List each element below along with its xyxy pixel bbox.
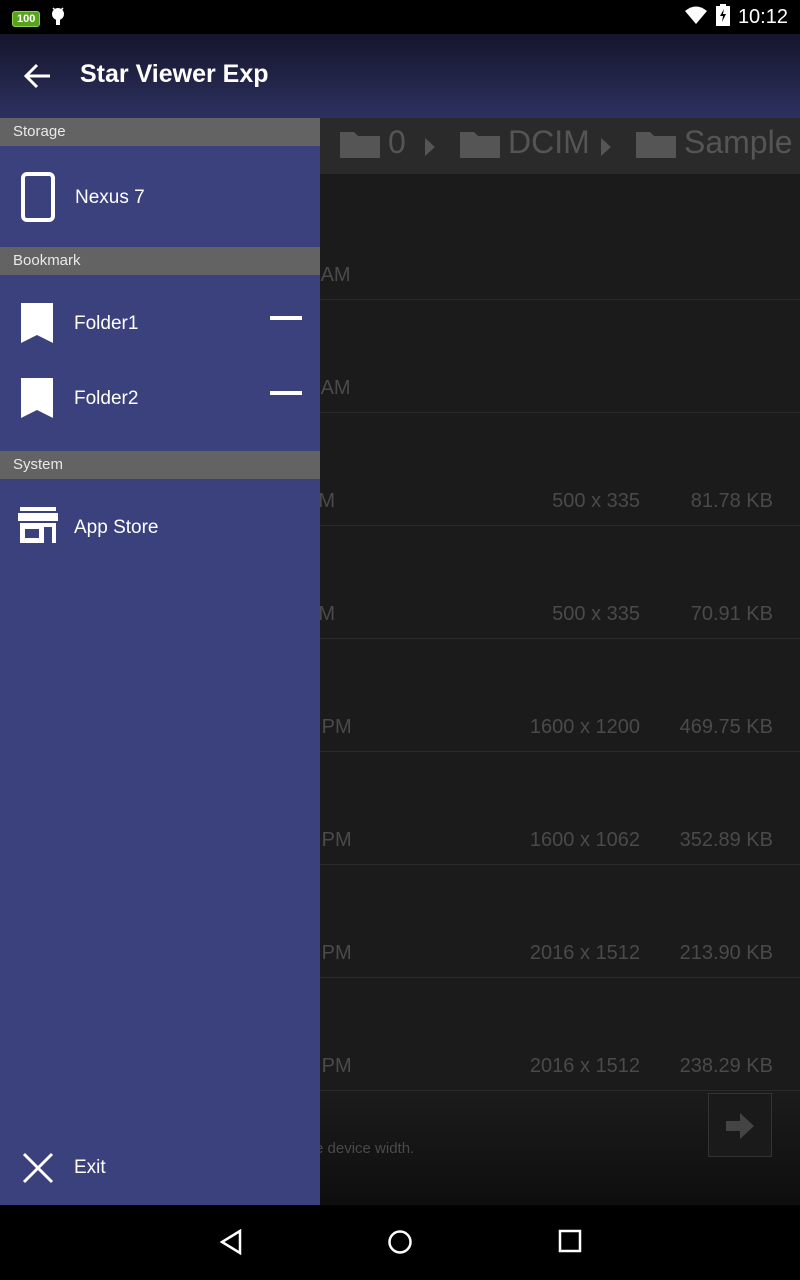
chevron-right-icon — [601, 138, 611, 156]
drawer-item-label: Folder1 — [74, 313, 139, 334]
remove-bookmark-button[interactable] — [270, 316, 302, 320]
remove-bookmark-button[interactable] — [270, 391, 302, 395]
battery-charging-icon — [715, 4, 730, 31]
clock: 10:12 — [737, 6, 788, 28]
drawer-item-label: Nexus 7 — [75, 187, 145, 208]
drawer-item-folder1[interactable]: Folder1 — [0, 286, 320, 361]
android-debug-icon — [50, 6, 66, 31]
section-header-system: System — [0, 451, 320, 479]
breadcrumb-item-0[interactable]: 0 — [338, 124, 406, 161]
status-bar: 100 10:12 — [0, 0, 800, 34]
close-icon — [22, 1152, 54, 1190]
drawer-item-folder2[interactable]: Folder2 — [0, 361, 320, 436]
navigation-drawer: Storage Nexus 7 Bookmark Folder1 Folder2… — [0, 118, 320, 1205]
home-icon[interactable] — [387, 1229, 413, 1255]
drawer-item-nexus-7[interactable]: Nexus 7 — [0, 160, 320, 235]
chevron-right-icon — [425, 138, 435, 156]
drawer-item-label: App Store — [74, 517, 159, 538]
bookmark-icon — [21, 378, 53, 424]
arrow-right-icon — [726, 1113, 754, 1139]
drawer-item-app-store[interactable]: App Store — [0, 490, 320, 565]
section-header-storage: Storage — [0, 118, 320, 146]
recents-icon[interactable] — [558, 1229, 582, 1253]
exit-label: Exit — [74, 1157, 106, 1178]
next-button[interactable] — [708, 1093, 772, 1157]
folder-icon — [460, 131, 500, 158]
hint-text: re device width. — [310, 1140, 415, 1157]
phone-icon — [21, 172, 55, 228]
breadcrumb-item-dcim[interactable]: DCIM — [458, 124, 590, 161]
battery-badge-icon: 100 — [12, 10, 41, 27]
folder-icon — [636, 131, 676, 158]
store-icon — [18, 507, 58, 551]
back-icon[interactable] — [218, 1229, 244, 1255]
exit-button[interactable]: Exit — [0, 1130, 320, 1205]
arrow-left-icon[interactable] — [22, 60, 54, 92]
bookmark-icon — [21, 303, 53, 349]
section-header-bookmark: Bookmark — [0, 247, 320, 275]
folder-icon — [340, 131, 380, 158]
breadcrumb-item-sample[interactable]: Sample — [634, 124, 793, 161]
system-nav-bar — [0, 1205, 800, 1280]
app-title: Star Viewer Exp — [80, 60, 269, 88]
wifi-icon — [684, 5, 708, 30]
drawer-item-label: Folder2 — [74, 388, 139, 409]
app-bar: Star Viewer Exp — [0, 34, 800, 118]
